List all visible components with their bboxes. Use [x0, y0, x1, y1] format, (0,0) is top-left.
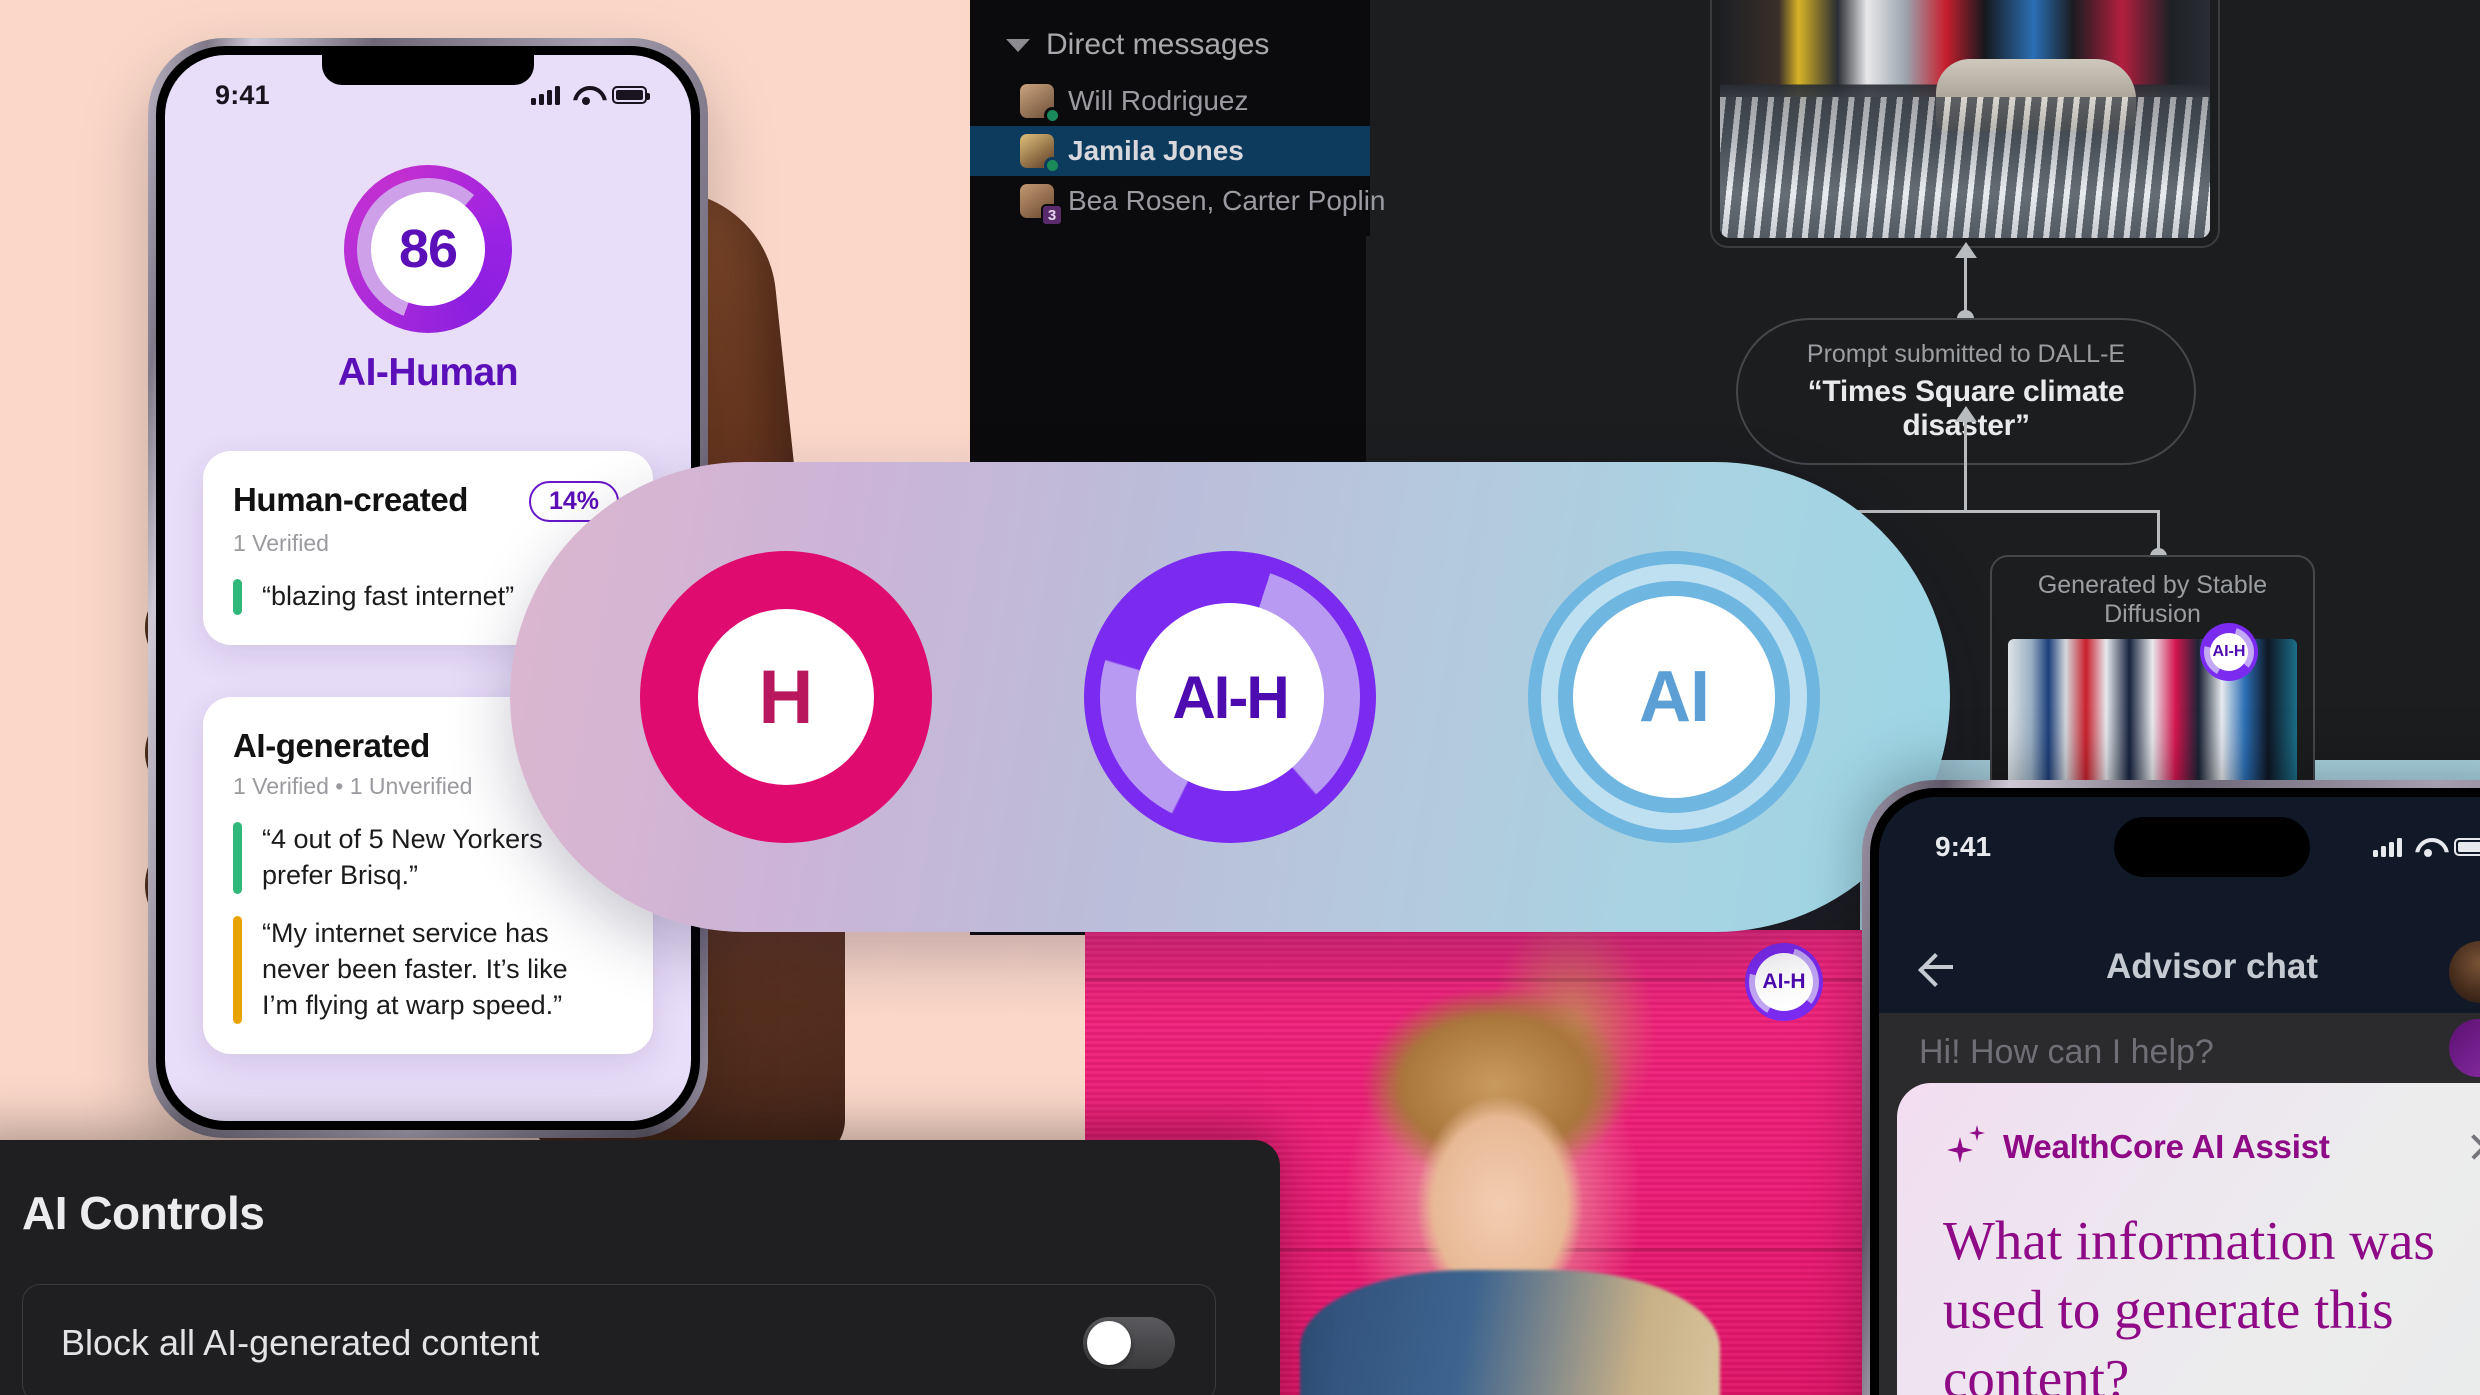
toggle-knob — [1087, 1321, 1131, 1365]
badge-core: AI — [1573, 596, 1775, 798]
connector-arrowhead — [1955, 406, 1977, 422]
avatar — [1020, 84, 1061, 124]
badge-label: AI-H — [1762, 970, 1806, 993]
status-time: 9:41 — [1935, 831, 1992, 862]
avatar — [1020, 134, 1061, 174]
quote-item: “4 out of 5 New Yorkers prefer Brisq.” — [233, 822, 583, 894]
assist-question: What information was used to generate th… — [1943, 1210, 2435, 1395]
stable-diffusion-source-node[interactable]: Generated by Stable Diffusion — [1990, 555, 2315, 811]
back-arrow-icon[interactable] — [1919, 948, 1957, 986]
card-title: AI-generated — [233, 727, 430, 764]
wifi-icon — [2415, 837, 2441, 857]
right-status-bar: 9:41 — [1879, 819, 2480, 875]
presence-dot-icon — [1044, 157, 1061, 174]
setting-row-block-ai-content[interactable]: Block all AI-generated content — [22, 1284, 1216, 1395]
status-icons — [2373, 837, 2480, 857]
block-ai-content-toggle[interactable] — [1083, 1317, 1175, 1369]
legend-badge-human[interactable]: H — [640, 551, 932, 843]
right-phone-bezel: 9:41 Advisor chat Hi! How can I help? We… — [1870, 788, 2480, 1395]
assist-title: WealthCore AI Assist — [2003, 1128, 2330, 1165]
verified-status-bar — [233, 579, 242, 615]
source-provenance-badge[interactable]: AI-H — [2200, 623, 2258, 681]
badge-core: H — [698, 609, 874, 785]
sparkle-icon — [1943, 1125, 1987, 1169]
panel-title: AI Controls — [22, 1187, 265, 1239]
cellular-bars-icon — [531, 85, 560, 105]
dm-section-header[interactable]: Direct messages — [970, 14, 1370, 76]
dm-list-item[interactable]: 3 Bea Rosen, Carter Poplin — [970, 176, 1386, 226]
dm-name: Bea Rosen, Carter Poplin — [1068, 185, 1386, 216]
score-label: AI-Human — [337, 351, 519, 394]
assist-header: WealthCore AI Assist — [1943, 1125, 2480, 1169]
quote-text: “My internet service has never been fast… — [262, 917, 568, 1020]
left-status-bar: 9:41 — [165, 55, 691, 123]
presence-dot-icon — [1044, 107, 1061, 124]
close-icon[interactable] — [2467, 1130, 2480, 1164]
badge-core: AI-H — [1136, 603, 1324, 791]
score-ring-core: 86 — [371, 192, 485, 306]
right-phone-screen: 9:41 Advisor chat Hi! How can I help? We… — [1879, 797, 2480, 1395]
page-title: Advisor chat — [2106, 947, 2318, 986]
chat-navbar: Advisor chat — [1879, 921, 2480, 1013]
card-header: Human-created 14% — [233, 481, 619, 522]
chevron-down-icon[interactable] — [1006, 38, 1030, 52]
ai-assist-sheet: WealthCore AI Assist What information wa… — [1897, 1083, 2480, 1395]
dm-list-item[interactable]: Will Rodriguez — [970, 76, 1370, 126]
chat-message: Hi! How can I help? — [1919, 1033, 2214, 1071]
ai-controls-panel: AI Controls Block all AI-generated conte… — [0, 1140, 1280, 1395]
status-icons — [531, 85, 650, 105]
badge-label: AI-H — [2212, 643, 2246, 660]
dm-name: Jamila Jones — [1068, 135, 1244, 166]
source-node-label: Generated by Stable Diffusion — [2037, 571, 2268, 628]
avatar-group: 3 — [1020, 184, 1063, 226]
card-title: Human-created — [233, 481, 469, 518]
photo-model-jacket — [1300, 1270, 1720, 1395]
unverified-status-bar — [233, 915, 242, 1024]
status-time: 9:41 — [215, 79, 270, 110]
quote-text: “4 out of 5 New Yorkers prefer Brisq.” — [262, 824, 543, 890]
right-phone-device: 9:41 Advisor chat Hi! How can I help? We… — [1862, 780, 2480, 1395]
setting-label: Block all AI-generated content — [61, 1322, 540, 1363]
battery-icon — [612, 86, 650, 104]
quote-text: “blazing fast internet” — [262, 581, 515, 611]
connector-line — [1964, 420, 1967, 512]
quote-item: “My internet service has never been fast… — [233, 915, 583, 1024]
verified-status-bar — [233, 822, 242, 894]
composite-canvas: AI-H 9:41 86 AI-Human Human-created 14% … — [0, 0, 2480, 1395]
prompt-node-kicker: Prompt submitted to DALL-E — [1806, 340, 2126, 368]
battery-icon — [2454, 838, 2480, 856]
slack-direct-messages-panel: Direct messages Will Rodriguez Jamila Jo… — [970, 0, 1386, 236]
connector-arrowhead — [1955, 242, 1977, 258]
badge-core: AI-H — [2210, 633, 2248, 671]
ai-human-score: 86 AI-Human — [165, 165, 691, 395]
dm-list-item-active[interactable]: Jamila Jones — [970, 126, 1370, 176]
badge-label: AI — [1639, 657, 1710, 737]
floodwater — [1720, 97, 2210, 238]
provenance-badge-legend-pill: H AI-H AI — [510, 462, 1950, 932]
wifi-icon — [573, 85, 599, 105]
badge-label: AI-H — [1172, 663, 1289, 731]
badge-core: AI-H — [1755, 953, 1813, 1011]
score-value: 86 — [398, 219, 458, 279]
dm-section-label: Direct messages — [1046, 28, 1270, 61]
legend-badge-ai-human[interactable]: AI-H — [1084, 551, 1376, 843]
score-ring: 86 — [344, 165, 512, 333]
generated-image-card[interactable] — [1710, 0, 2220, 248]
dm-name: Will Rodriguez — [1068, 85, 1249, 116]
chat-badge-icon — [2449, 1019, 2480, 1077]
connector-line — [1964, 254, 1967, 318]
cellular-bars-icon — [2373, 837, 2402, 857]
legend-badge-ai[interactable]: AI — [1528, 551, 1820, 843]
photo-provenance-badge[interactable]: AI-H — [1745, 943, 1823, 1021]
flooded-times-square-image — [1720, 0, 2210, 238]
badge-label: H — [758, 654, 814, 740]
member-count-badge: 3 — [1041, 204, 1063, 226]
